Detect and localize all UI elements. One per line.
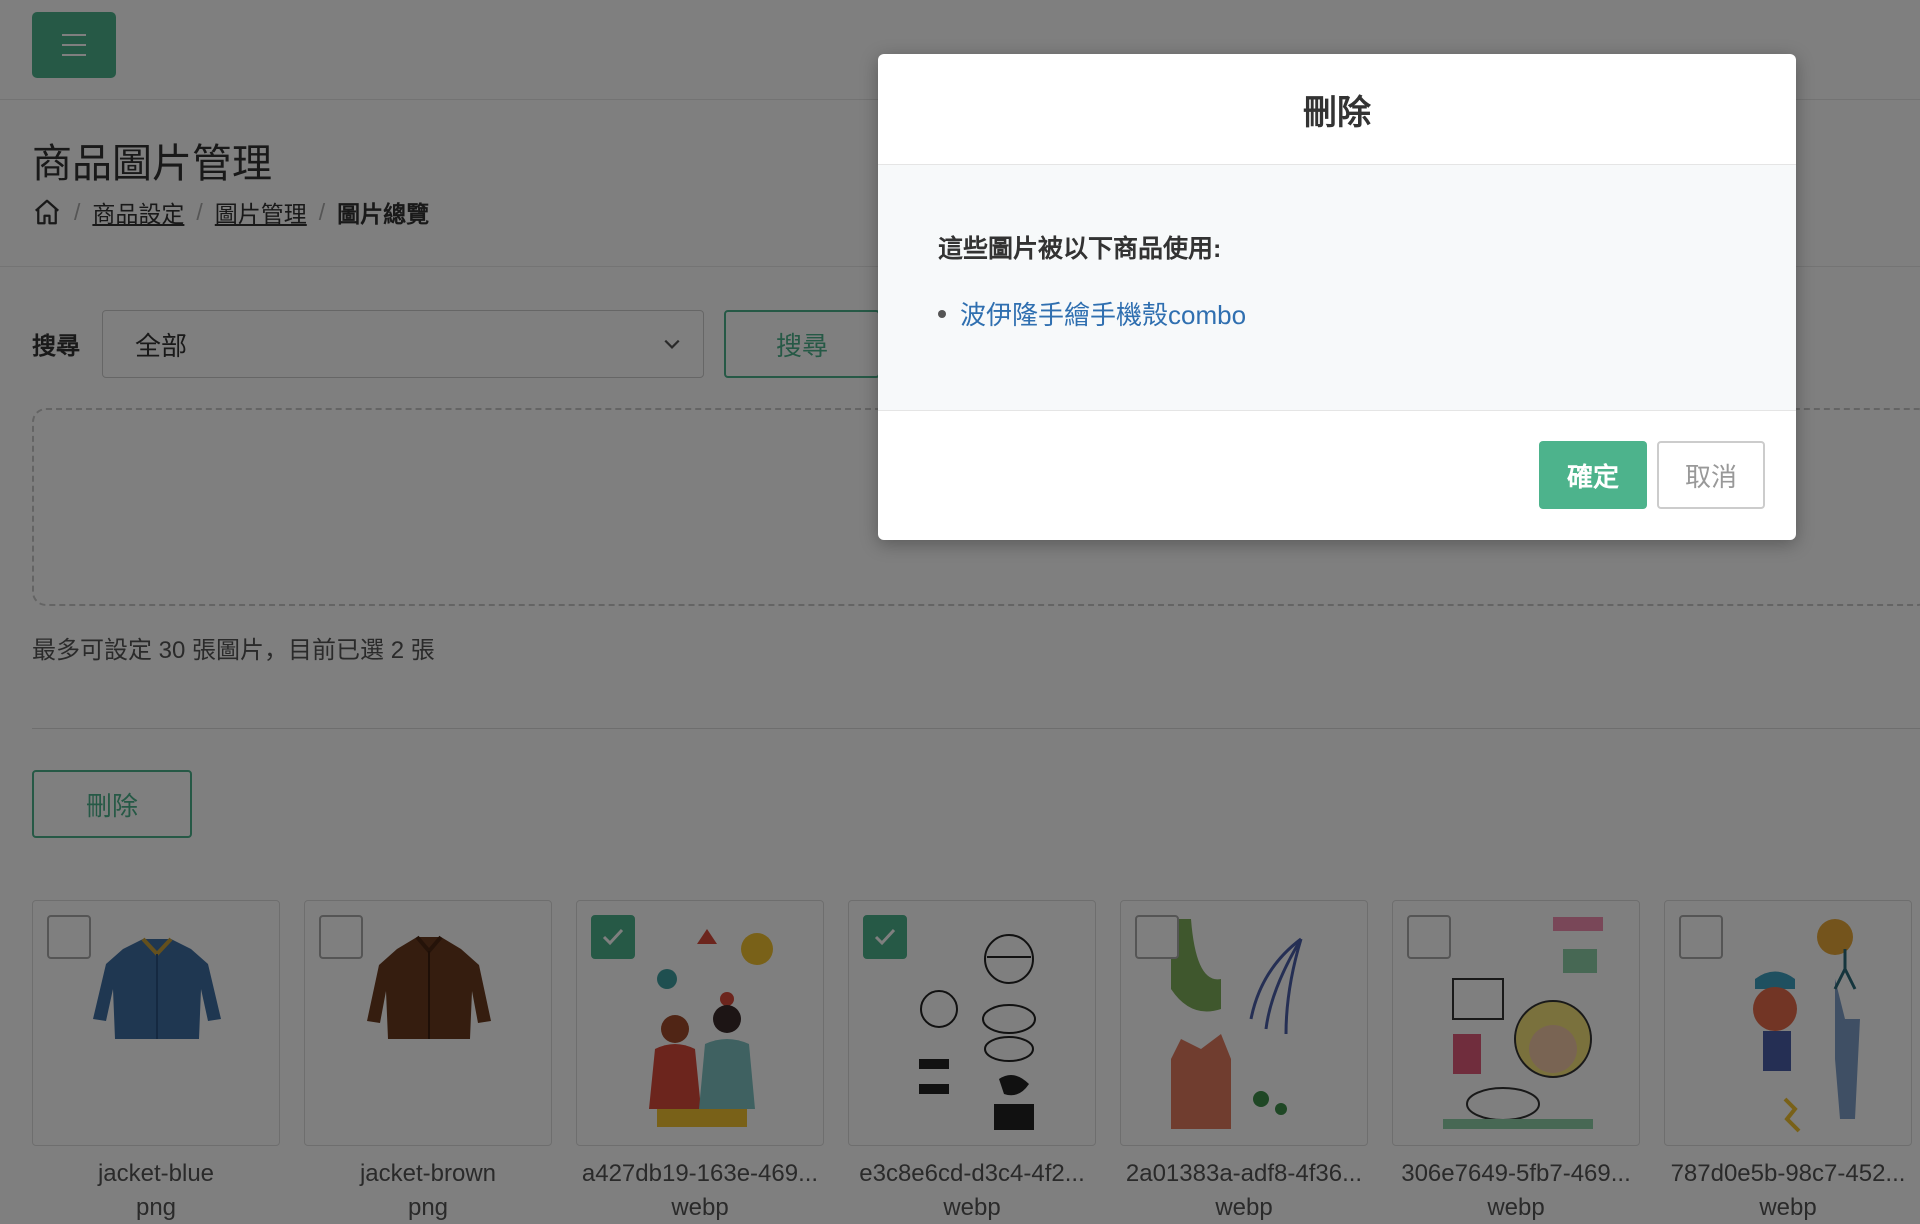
modal-body: 這些圖片被以下商品使用: 波伊隆手繪手機殼combo: [878, 165, 1796, 411]
modal-message: 這些圖片被以下商品使用:: [938, 235, 1222, 263]
confirm-button[interactable]: 確定: [1539, 441, 1647, 509]
modal-header: 刪除: [878, 54, 1796, 165]
product-link[interactable]: 波伊隆手繪手機殼combo: [960, 295, 1246, 332]
modal-title: 刪除: [1303, 93, 1371, 132]
modal-footer: 確定 取消: [878, 411, 1796, 540]
cancel-button[interactable]: 取消: [1657, 441, 1765, 509]
bullet-icon: [938, 309, 946, 318]
list-item: 波伊隆手繪手機殼combo: [938, 295, 1246, 332]
product-usage-list: 波伊隆手繪手機殼combo: [938, 295, 1246, 332]
delete-confirm-modal: 刪除 這些圖片被以下商品使用: 波伊隆手繪手機殼combo 確定 取消: [878, 54, 1796, 540]
